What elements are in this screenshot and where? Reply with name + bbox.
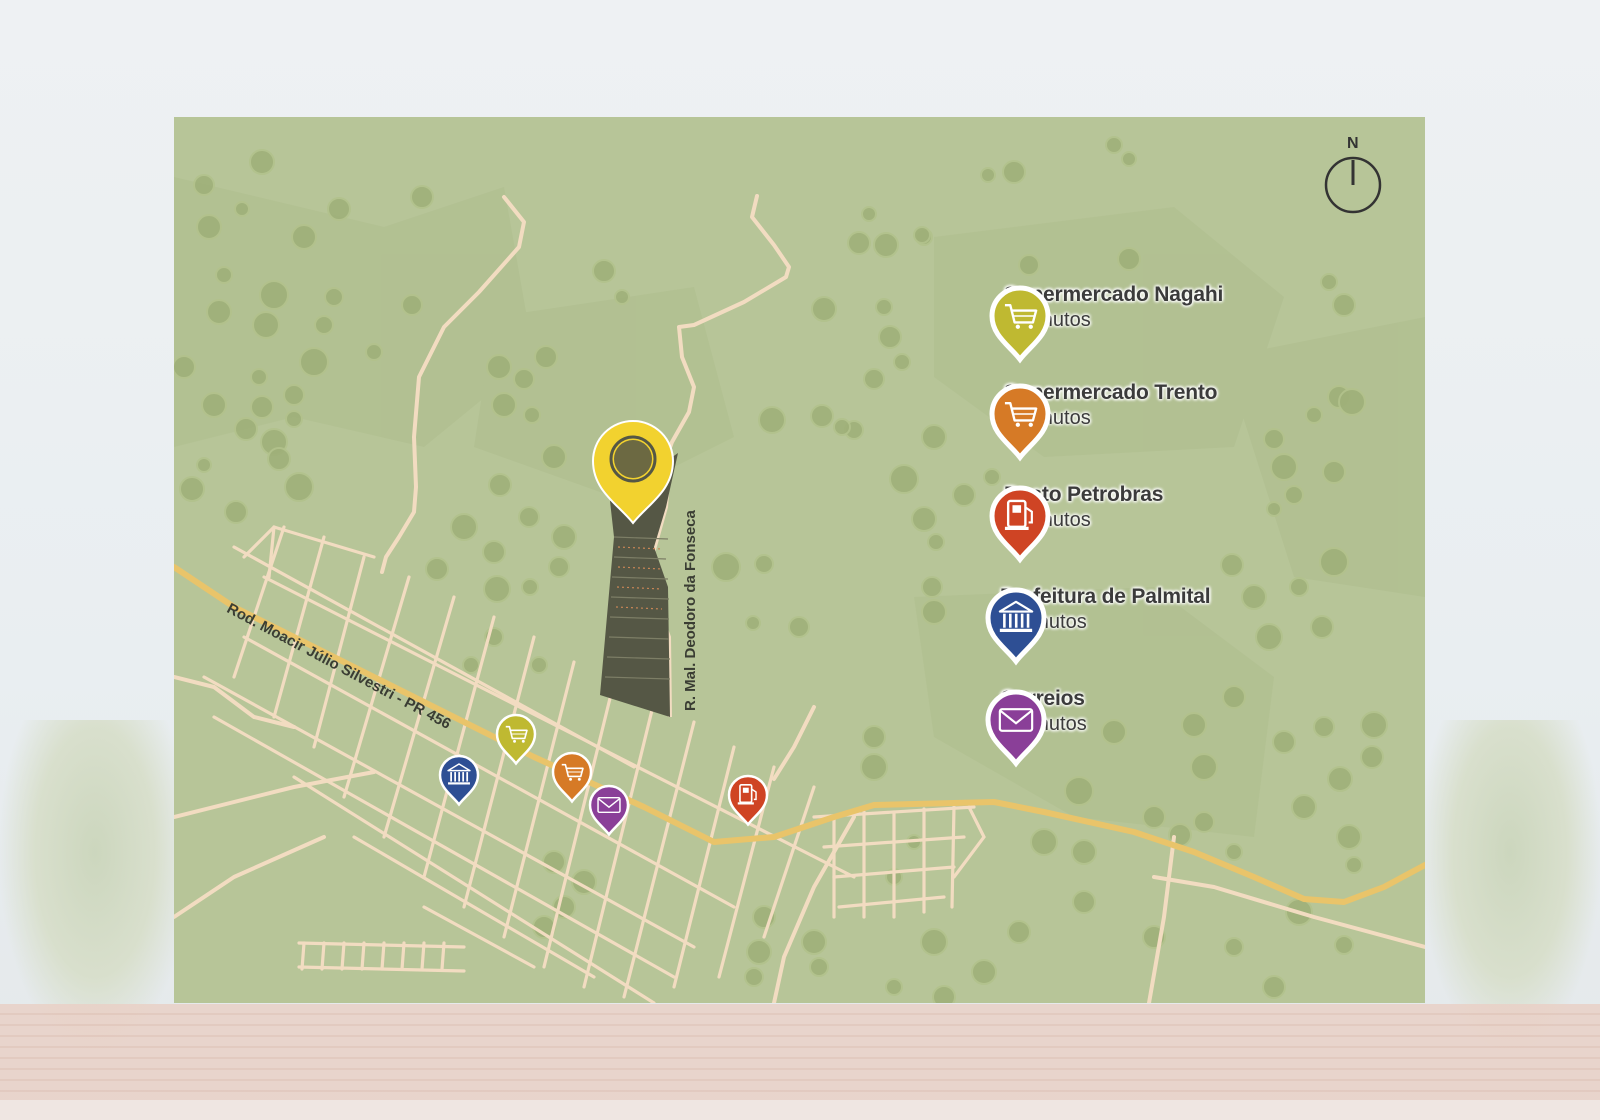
street-label: R. Mal. Deodoro da Fonseca	[682, 510, 699, 711]
background-roof-eave	[0, 1100, 1600, 1120]
north-compass: N	[1324, 135, 1382, 215]
background-tree-left	[0, 720, 190, 1050]
compass-icon	[1324, 156, 1382, 214]
location-map[interactable]: Rod. Moacir Júlio Silvestri - PR 456 R. …	[174, 117, 1425, 1003]
map-canvas	[174, 136, 1425, 1003]
background-tree-right	[1420, 720, 1600, 1050]
